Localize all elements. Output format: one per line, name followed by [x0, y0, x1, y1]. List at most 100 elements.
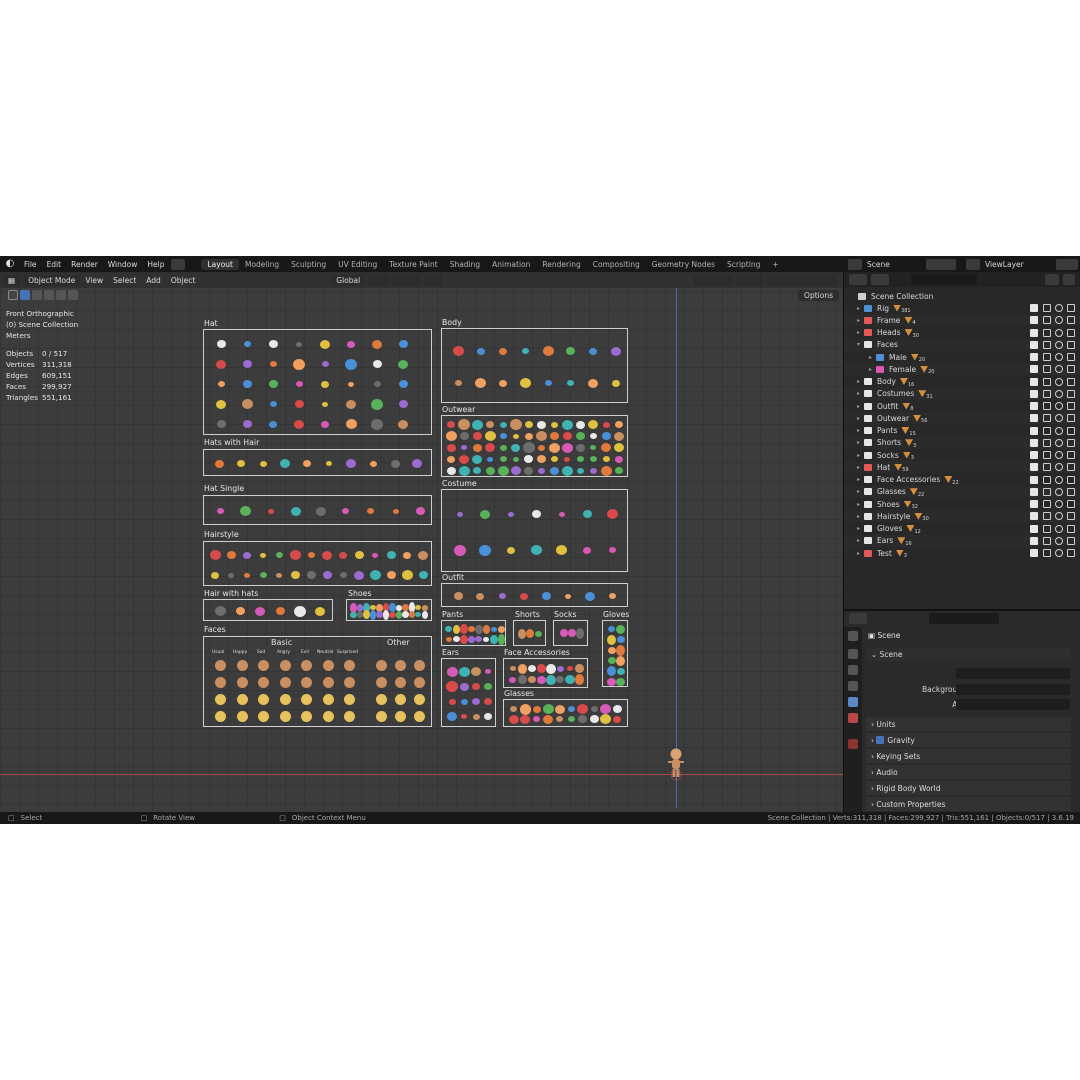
scene-panel-header[interactable]: ⌄ Scene	[866, 647, 1071, 661]
asset-thumbnail[interactable]	[482, 624, 490, 634]
asset-thumbnail[interactable]	[538, 467, 546, 474]
asset-thumbnail[interactable]	[295, 381, 303, 387]
asset-thumbnail[interactable]	[279, 660, 291, 671]
asset-thumbnail[interactable]	[236, 711, 248, 722]
asset-thumbnail[interactable]	[390, 459, 400, 468]
asset-thumbnail[interactable]	[339, 572, 347, 578]
selectable-icon[interactable]	[1043, 389, 1051, 398]
transform-orientation-select[interactable]: Global	[331, 274, 366, 286]
selectable-icon[interactable]	[1043, 536, 1051, 545]
asset-thumbnail[interactable]	[585, 591, 595, 601]
scene-buttons[interactable]	[926, 258, 956, 270]
menu-view[interactable]: View	[80, 276, 108, 285]
asset-thumbnail[interactable]	[372, 339, 382, 349]
keying-sets-panel[interactable]: › Keying Sets	[866, 749, 1071, 763]
asset-thumbnail[interactable]	[290, 571, 300, 579]
camera-render-icon[interactable]	[1067, 438, 1075, 447]
eye-icon[interactable]	[1055, 365, 1063, 374]
asset-thumbnail[interactable]	[414, 677, 425, 688]
asset-thumbnail[interactable]	[616, 655, 625, 666]
camera-render-icon[interactable]	[1067, 365, 1075, 374]
asset-thumbnail[interactable]	[498, 593, 506, 599]
socks-section[interactable]	[553, 620, 588, 646]
outliner-search-input[interactable]	[911, 274, 977, 285]
asset-thumbnail[interactable]	[484, 431, 496, 442]
camera-render-icon[interactable]	[1067, 316, 1075, 325]
new-collection-icon[interactable]	[1063, 274, 1075, 285]
asset-thumbnail[interactable]	[235, 607, 245, 615]
asset-thumbnail[interactable]	[395, 660, 406, 671]
asset-thumbnail[interactable]	[543, 714, 554, 724]
asset-thumbnail[interactable]	[458, 465, 470, 476]
asset-thumbnail[interactable]	[542, 346, 554, 356]
asset-thumbnail[interactable]	[459, 432, 469, 441]
visibility-checkbox[interactable]	[1030, 524, 1038, 533]
menu-render[interactable]: Render	[66, 260, 103, 269]
asset-thumbnail[interactable]	[526, 629, 534, 638]
asset-thumbnail[interactable]	[600, 465, 612, 476]
menu-select[interactable]: Select	[108, 276, 141, 285]
selectable-icon[interactable]	[1043, 316, 1051, 325]
asset-thumbnail[interactable]	[461, 714, 467, 719]
asset-thumbnail[interactable]	[574, 674, 584, 685]
asset-thumbnail[interactable]	[609, 547, 617, 553]
selectable-icon[interactable]	[1043, 340, 1051, 349]
asset-thumbnail[interactable]	[520, 378, 532, 388]
visibility-checkbox[interactable]	[1030, 389, 1038, 398]
asset-thumbnail[interactable]	[294, 400, 304, 408]
asset-thumbnail[interactable]	[418, 550, 428, 560]
selectable-icon[interactable]	[1043, 512, 1051, 521]
asset-thumbnail[interactable]	[575, 443, 585, 452]
eye-icon[interactable]	[1055, 524, 1063, 533]
asset-thumbnail[interactable]	[459, 682, 469, 691]
eye-icon[interactable]	[1055, 463, 1063, 472]
visibility-checkbox[interactable]	[1030, 500, 1038, 508]
asset-thumbnail[interactable]	[607, 646, 616, 654]
eye-icon[interactable]	[1055, 328, 1063, 337]
asset-thumbnail[interactable]	[322, 694, 334, 705]
asset-thumbnail[interactable]	[446, 666, 458, 677]
asset-thumbnail[interactable]	[588, 420, 599, 430]
visibility-checkbox[interactable]	[1030, 512, 1038, 521]
visibility-checkbox[interactable]	[1030, 549, 1038, 557]
outliner-root[interactable]: Scene Collection	[844, 290, 1080, 302]
asset-thumbnail[interactable]	[386, 571, 396, 579]
visibility-checkbox[interactable]	[1030, 304, 1038, 312]
asset-thumbnail[interactable]	[344, 660, 356, 671]
asset-thumbnail[interactable]	[556, 716, 564, 722]
asset-thumbnail[interactable]	[376, 677, 387, 688]
scene-tab-icon[interactable]	[848, 697, 858, 707]
world-tab-icon[interactable]	[848, 713, 858, 723]
asset-thumbnail[interactable]	[214, 459, 224, 468]
asset-thumbnail[interactable]	[517, 675, 527, 684]
asset-thumbnail[interactable]	[612, 705, 622, 713]
display-mode-icon[interactable]	[871, 274, 889, 285]
visibility-checkbox[interactable]	[1030, 353, 1038, 361]
asset-thumbnail[interactable]	[484, 713, 492, 720]
asset-thumbnail[interactable]	[541, 592, 551, 600]
asset-thumbnail[interactable]	[600, 704, 612, 714]
asset-thumbnail[interactable]	[398, 340, 408, 348]
asset-thumbnail[interactable]	[551, 456, 559, 463]
asset-thumbnail[interactable]	[497, 625, 505, 633]
outliner-item-pants[interactable]: ▸ Pants 15	[844, 425, 1080, 437]
asset-thumbnail[interactable]	[590, 706, 598, 712]
asset-thumbnail[interactable]	[315, 506, 326, 516]
asset-thumbnail[interactable]	[546, 663, 556, 674]
asset-thumbnail[interactable]	[475, 636, 483, 642]
outliner-item-costumes[interactable]: ▸ Costumes 31	[844, 387, 1080, 400]
outliner-item-rig[interactable]: ▸ Rig 381	[844, 302, 1080, 314]
tool-tab-icon[interactable]	[848, 631, 858, 641]
asset-thumbnail[interactable]	[472, 713, 480, 720]
expand-arrow-icon[interactable]: ▸	[844, 501, 864, 508]
selectable-icon[interactable]	[1043, 304, 1051, 312]
asset-thumbnail[interactable]	[209, 550, 221, 560]
visibility-checkbox[interactable]	[1030, 451, 1038, 459]
tab-sculpting[interactable]: Sculpting	[285, 259, 332, 270]
asset-thumbnail[interactable]	[369, 460, 377, 467]
camera-render-icon[interactable]	[1067, 549, 1075, 557]
asset-thumbnail[interactable]	[392, 508, 399, 514]
asset-thumbnail[interactable]	[321, 380, 329, 388]
asset-thumbnail[interactable]	[467, 626, 475, 632]
asset-thumbnail[interactable]	[567, 380, 575, 386]
